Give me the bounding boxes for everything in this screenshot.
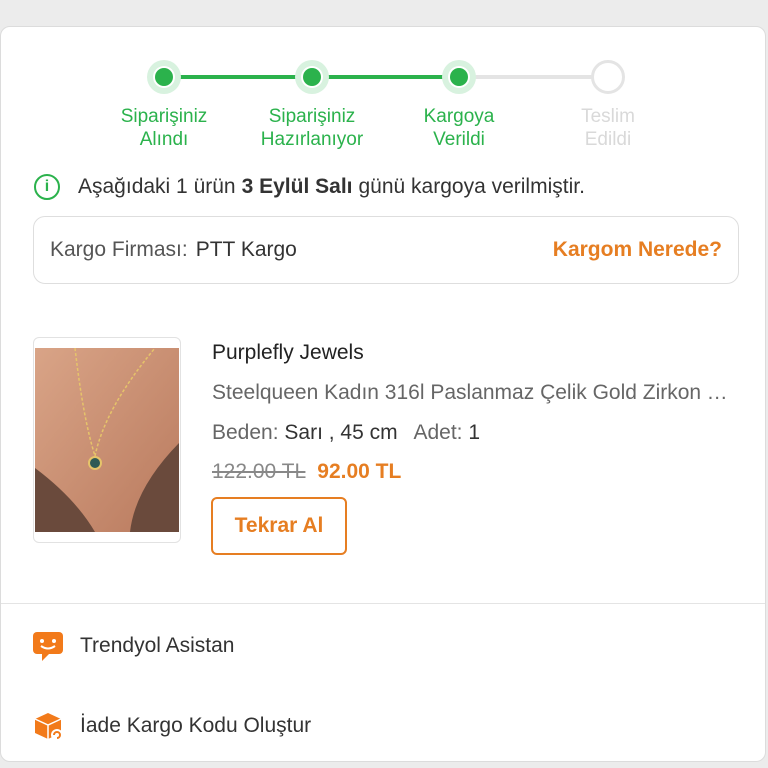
cargo-firm-name: PTT Kargo: [195, 238, 297, 261]
step-label-delivered: Teslim Edildi: [581, 106, 635, 150]
order-card: Siparişiniz Alındı Siparişiniz Hazırlanıyo…: [0, 26, 766, 762]
assistant-label: Trendyol Asistan: [80, 634, 235, 657]
step-dot-shipped: [442, 60, 476, 94]
step-label-received: Siparişiniz Alındı: [120, 106, 208, 150]
track-cargo-link[interactable]: Kargom Nerede?: [553, 238, 722, 262]
info-suffix: günü kargoya verilmiştir.: [358, 175, 585, 198]
product-image[interactable]: [33, 337, 181, 543]
product-attributes: Beden: Sarı , 45 cm Adet: 1: [212, 421, 742, 449]
step-label-shipped: Kargoya Verildi: [423, 106, 495, 150]
product-info: Purplefly Jewels Steelqueen Kadın 316l P…: [212, 341, 742, 488]
current-price: 92.00 TL: [317, 460, 402, 483]
cargo-box: Kargo Firması: PTT Kargo Kargom Nerede?: [33, 216, 739, 284]
price-row: 122.00 TL 92.00 TL: [212, 460, 742, 488]
step-dot-preparing: [295, 60, 329, 94]
return-box-icon: [31, 709, 65, 743]
step-dot-delivered: [591, 60, 625, 94]
shipping-info-message: i Aşağıdaki 1 ürün 3 Eylül Salı günü kar…: [34, 172, 754, 202]
qty-value: 1: [468, 421, 481, 444]
trendyol-assistant-item[interactable]: Trendyol Asistan: [31, 626, 731, 666]
qty-label: Adet:: [413, 421, 463, 444]
progress-line-pending: [460, 75, 608, 79]
step-dot-received: [147, 60, 181, 94]
size-value: Sarı , 45 cm: [284, 421, 398, 444]
ship-date: 3 Eylül Salı: [241, 175, 353, 198]
size-label: Beden:: [212, 421, 279, 444]
return-label: İade Kargo Kodu Oluştur: [80, 714, 312, 737]
info-prefix: Aşağıdaki 1 ürün: [78, 175, 236, 198]
cargo-firm-label: Kargo Firması:: [50, 238, 188, 261]
old-price: 122.00 TL: [212, 460, 306, 483]
chat-bubble-smile-icon: [31, 629, 65, 663]
order-status-tracker: Siparişiniz Alındı Siparişiniz Hazırlanıyo…: [1, 27, 767, 187]
step-label-preparing: Siparişiniz Hazırlanıyor: [260, 106, 364, 150]
section-divider: [1, 603, 765, 604]
buy-again-button[interactable]: Tekrar Al: [211, 497, 347, 555]
return-code-item[interactable]: İade Kargo Kodu Oluştur: [31, 706, 731, 746]
product-name[interactable]: Steelqueen Kadın 316l Paslanmaz Çelik Go…: [212, 381, 737, 409]
necklace-photo: [35, 348, 179, 532]
product-brand[interactable]: Purplefly Jewels: [212, 341, 742, 369]
info-icon: i: [34, 174, 60, 200]
